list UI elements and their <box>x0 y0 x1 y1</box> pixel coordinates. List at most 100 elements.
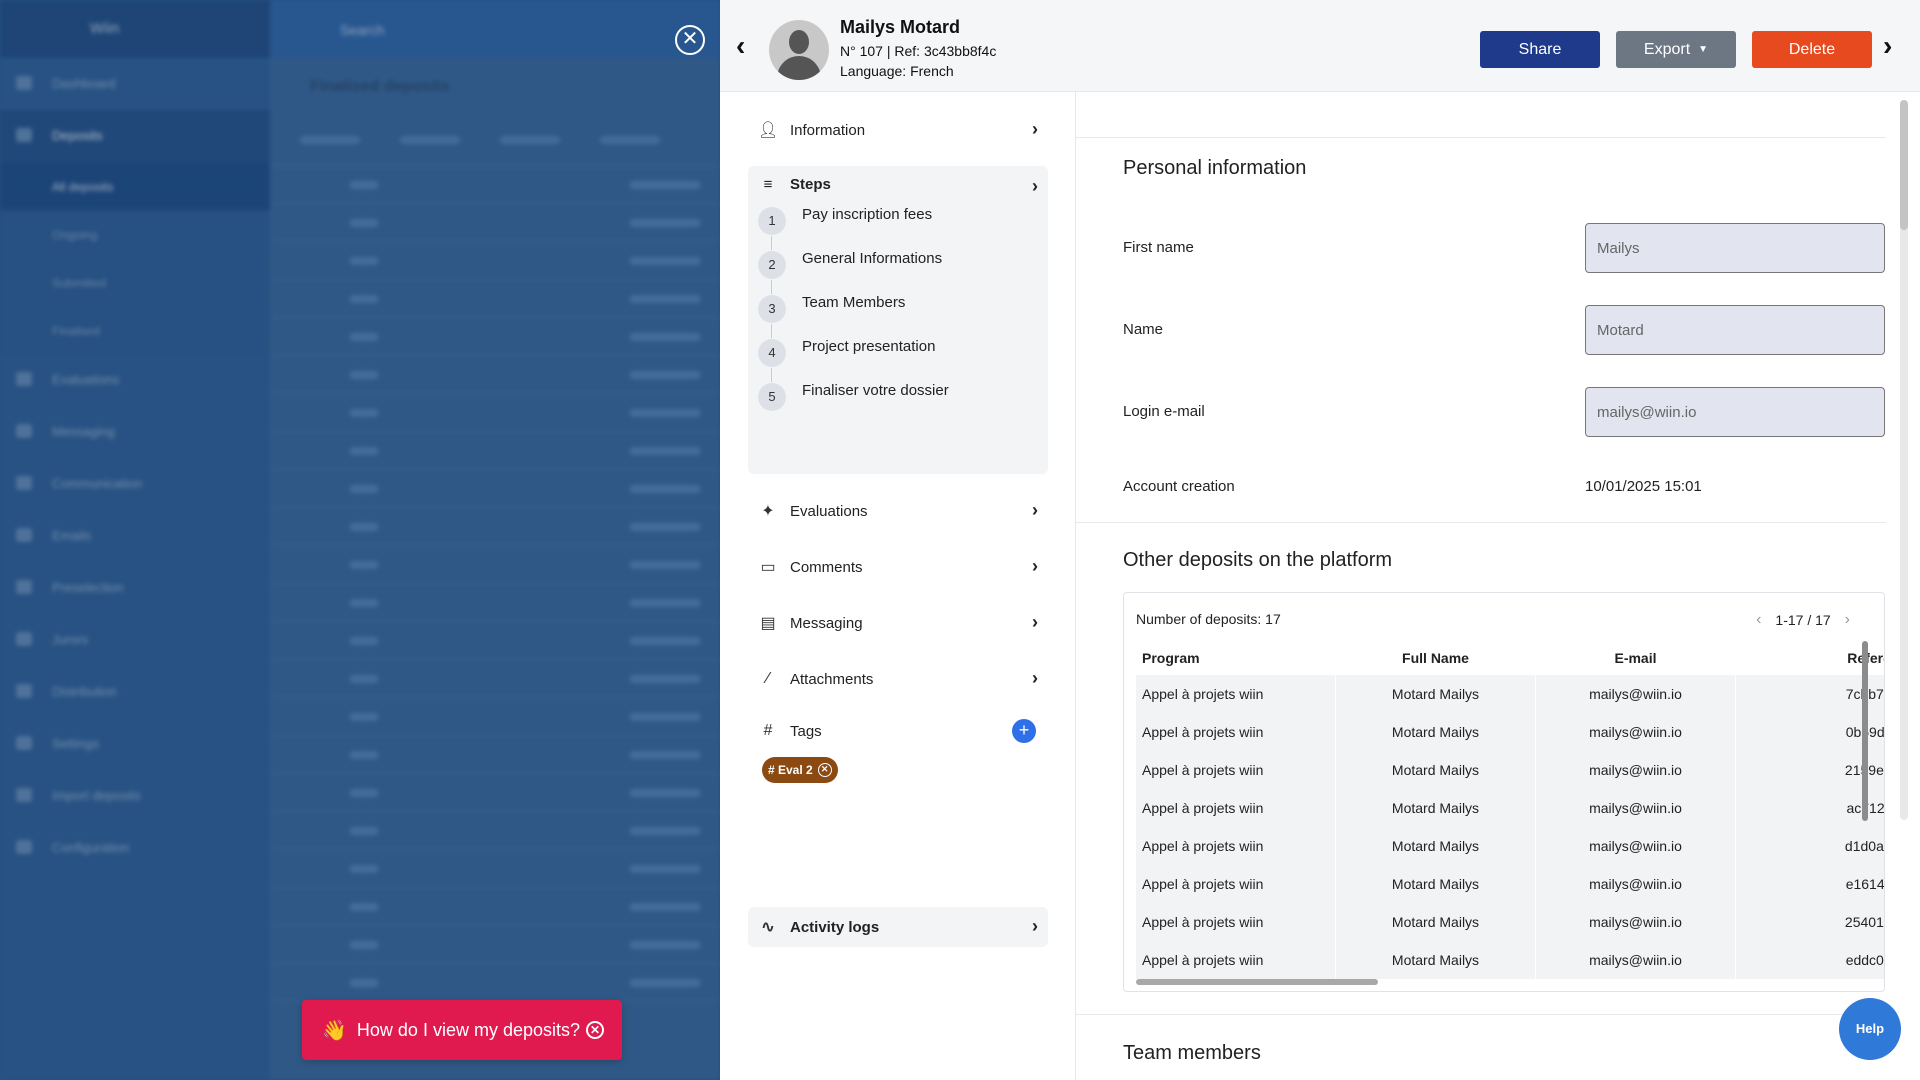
step-item[interactable]: 3 Team Members <box>758 294 905 324</box>
content-scrollbar-thumb[interactable] <box>1900 100 1908 230</box>
nav-attachments[interactable]: ∕ Attachments › <box>748 659 1048 699</box>
table-vertical-scrollbar[interactable] <box>1862 641 1868 821</box>
help-toast-text[interactable]: How do I view my deposits? <box>357 1020 586 1041</box>
share-button-label: Share <box>1518 40 1562 58</box>
table-cell: Appel à projets wiin <box>1136 941 1336 979</box>
comment-icon: ▭ <box>760 559 776 576</box>
account-creation-value: 10/01/2025 15:01 <box>1585 478 1702 495</box>
chevron-right-icon[interactable]: › <box>1032 176 1038 197</box>
table-row[interactable]: Appel à projets wiin Motard Mailys maily… <box>1136 789 1884 827</box>
nav-activity-logs-label: Activity logs <box>790 918 880 936</box>
header-info: Mailys Motard N° 107 | Ref: 3c43bb8f4c L… <box>840 17 996 83</box>
name-label: Name <box>1123 321 1164 338</box>
other-deposits-title: Other deposits on the platform <box>1123 549 1393 571</box>
close-panel-button[interactable]: ✕ <box>675 25 705 55</box>
login-email-field[interactable] <box>1585 387 1885 437</box>
deposits-count: Number of deposits: 17 <box>1136 611 1281 627</box>
table-cell: Appel à projets wiin <box>1136 675 1336 713</box>
table-row[interactable]: Appel à projets wiin Motard Mailys maily… <box>1136 827 1884 865</box>
activity-logs-item[interactable]: ∿ Activity logs › <box>748 907 1048 947</box>
table-row[interactable]: Appel à projets wiin Motard Mailys maily… <box>1136 751 1884 789</box>
toast-close-icon[interactable]: ✕ <box>586 1021 604 1039</box>
table-cell: mailys@wiin.io <box>1536 789 1736 827</box>
name-field[interactable] <box>1585 305 1885 355</box>
export-button-label: Export <box>1643 40 1691 58</box>
chevron-right-icon: › <box>1032 612 1038 632</box>
next-record-icon[interactable]: › <box>1883 32 1892 60</box>
step-label: Team Members <box>802 293 906 311</box>
deposits-table: Program Full Name E-mail Reference Appel… <box>1136 641 1884 979</box>
table-row[interactable]: Appel à projets wiin Motard Mailys maily… <box>1136 713 1884 751</box>
modal-backdrop[interactable] <box>0 0 720 1080</box>
table-cell: Appel à projets wiin <box>1136 865 1336 903</box>
share-button[interactable]: Share <box>1480 31 1600 68</box>
table-horizontal-scrollbar[interactable] <box>1136 979 1378 985</box>
section-divider <box>1076 522 1886 523</box>
step-label: General Informations <box>802 249 943 267</box>
activity-icon: ∿ <box>761 919 775 936</box>
table-cell: Motard Mailys <box>1336 941 1536 979</box>
table-cell: eddc06b40 <box>1736 941 1884 979</box>
table-cell: Motard Mailys <box>1336 865 1536 903</box>
section-divider <box>1076 1014 1886 1015</box>
export-button[interactable]: Export ▼ <box>1616 31 1736 68</box>
nav-evaluations[interactable]: ✦ Evaluations › <box>748 491 1048 531</box>
column-header[interactable]: E-mail <box>1536 641 1736 675</box>
table-row[interactable]: Appel à projets wiin Motard Mailys maily… <box>1136 941 1884 979</box>
step-number: 1 <box>758 207 786 235</box>
column-header[interactable]: Full Name <box>1336 641 1536 675</box>
account-creation-label: Account creation <box>1123 478 1235 495</box>
messages-icon: ▤ <box>760 615 776 632</box>
language: Language: French <box>840 63 954 79</box>
add-tag-button[interactable]: + <box>1012 719 1036 743</box>
table-row[interactable]: Appel à projets wiin Motard Mailys maily… <box>1136 903 1884 941</box>
step-label: Finaliser votre dossier <box>802 381 949 399</box>
nav-messaging[interactable]: ▤ Messaging › <box>748 603 1048 643</box>
step-connector <box>771 236 772 250</box>
team-members-title: Team members <box>1123 1042 1261 1064</box>
nav-comments[interactable]: ▭ Comments › <box>748 547 1048 587</box>
table-row[interactable]: Appel à projets wiin Motard Mailys maily… <box>1136 675 1884 713</box>
table-row[interactable]: Appel à projets wiin Motard Mailys maily… <box>1136 865 1884 903</box>
table-cell: mailys@wiin.io <box>1536 713 1736 751</box>
chevron-right-icon: › <box>1032 119 1038 139</box>
table-cell: Motard Mailys <box>1336 713 1536 751</box>
chevron-right-icon[interactable]: › <box>1845 611 1850 629</box>
nav-messaging-label: Messaging <box>790 614 863 632</box>
nav-information[interactable]: 👤︎ Information › <box>748 110 1048 150</box>
table-cell: Motard Mailys <box>1336 789 1536 827</box>
help-button[interactable]: Help <box>1839 998 1901 1060</box>
nav-activity-logs[interactable]: ∿ Activity logs › <box>748 907 1048 947</box>
step-item[interactable]: 2 General Informations <box>758 250 942 280</box>
first-name-field[interactable] <box>1585 223 1885 273</box>
step-connector <box>771 280 772 294</box>
table-cell: Motard Mailys <box>1336 903 1536 941</box>
column-header[interactable]: Program <box>1136 641 1336 675</box>
tag-chip[interactable]: # Eval 2 ✕ <box>762 757 838 783</box>
step-item[interactable]: 5 Finaliser votre dossier <box>758 382 949 412</box>
caret-down-icon: ▼ <box>1698 44 1709 55</box>
hashtag-icon: # <box>763 722 773 739</box>
step-number: 3 <box>758 295 786 323</box>
steps-header[interactable]: ≡ Steps <box>758 176 831 193</box>
remove-tag-icon[interactable]: ✕ <box>817 763 832 777</box>
deposit-detail-panel: ‹ Mailys Motard N° 107 | Ref: 3c43bb8f4c… <box>720 0 1920 1080</box>
delete-button[interactable]: Delete <box>1752 31 1872 68</box>
personal-info-title: Personal information <box>1123 157 1307 179</box>
previous-record-icon[interactable]: ‹ <box>736 32 745 60</box>
login-email-label: Login e-mail <box>1123 403 1205 420</box>
detail-content: Personal information First name Name Log… <box>1076 92 1896 1080</box>
tag-chip-label: # Eval 2 <box>768 763 813 777</box>
table-header-row: Program Full Name E-mail Reference <box>1136 641 1884 675</box>
deposits-table-card: Number of deposits: 17 ‹ 1-17 / 17 › Pro… <box>1123 592 1885 992</box>
step-item[interactable]: 1 Pay inscription fees <box>758 206 932 236</box>
table-cell: mailys@wiin.io <box>1536 941 1736 979</box>
close-icon: ✕ <box>681 28 699 50</box>
chevron-left-icon[interactable]: ‹ <box>1756 611 1761 629</box>
step-item[interactable]: 4 Project presentation <box>758 338 935 368</box>
step-connector <box>771 368 772 382</box>
help-toast[interactable]: 👋 How do I view my deposits? ✕ <box>302 1000 622 1060</box>
table-cell: Motard Mailys <box>1336 827 1536 865</box>
table-cell: Appel à projets wiin <box>1136 789 1336 827</box>
user-icon: 👤︎ <box>758 122 779 139</box>
